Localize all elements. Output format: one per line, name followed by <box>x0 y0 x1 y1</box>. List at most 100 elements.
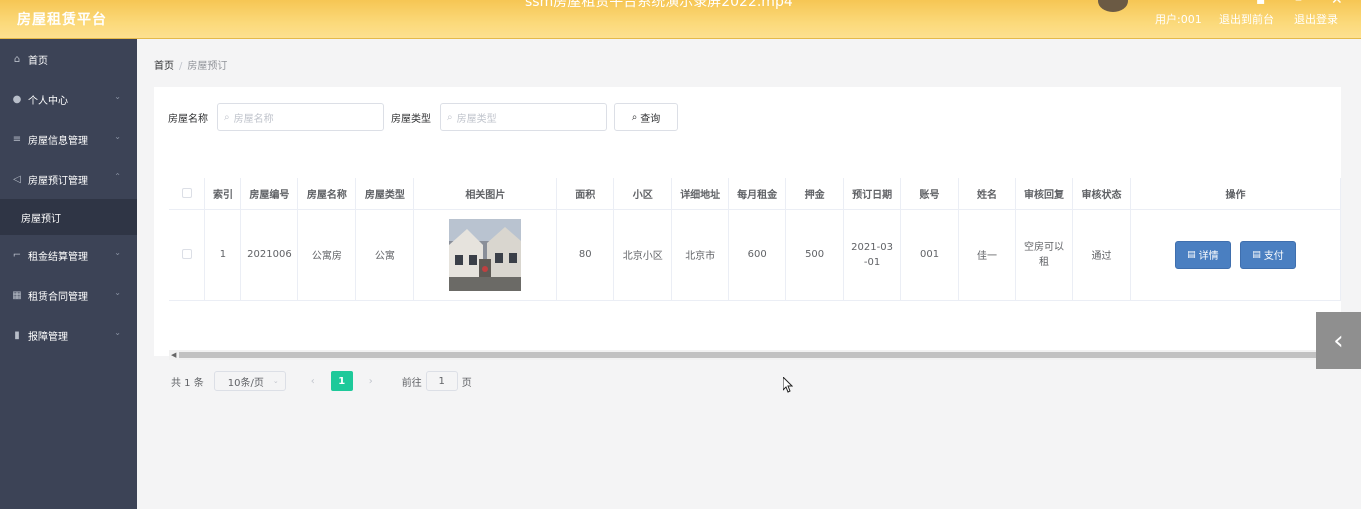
column-header: 押金 <box>785 178 845 210</box>
back-to-front-link[interactable]: 退出到前台 <box>1219 11 1274 27</box>
restore-icon[interactable]: ▪ <box>1256 0 1266 8</box>
column-header: 每月租金 <box>728 178 787 210</box>
minimize-icon[interactable]: – <box>1295 0 1302 8</box>
select-all-checkbox[interactable] <box>181 187 192 198</box>
user-label: 用户:001 <box>1155 13 1202 26</box>
crop-icon: ⌐ <box>12 249 22 261</box>
sidebar-item-house-info[interactable]: ≡ 房屋信息管理 ⌄ <box>0 119 137 159</box>
sidebar-item-label: 房屋预订 <box>21 213 61 225</box>
document-icon: ▤ <box>1187 249 1196 260</box>
send-icon: ◁ <box>13 173 21 185</box>
house-type-input[interactable]: ⌕ 房屋类型 <box>440 103 607 131</box>
search-button[interactable]: ⌕ 查询 <box>614 103 678 131</box>
chevron-left-icon: ‹ <box>1333 325 1344 356</box>
sidebar-item-rent-settlement[interactable]: ⌐ 租金结算管理 ⌄ <box>0 235 137 275</box>
pay-button-label: 支付 <box>1263 251 1284 262</box>
app-title: 房屋租赁平台 <box>17 12 107 28</box>
scroll-left-icon[interactable]: ◀ <box>171 350 176 360</box>
booking-table: 索引 房屋编号 房屋名称 房屋类型 相关图片 面积 小区 详细地址 每月租金 押… <box>169 178 1341 312</box>
review-reply-text: 空房可以租 <box>1023 241 1064 268</box>
column-header: 预订日期 <box>843 178 902 210</box>
cell-house-no: 2021006 <box>240 209 299 301</box>
cell-reply: 空房可以租 <box>1015 209 1073 301</box>
cell-account: 001 <box>900 209 960 301</box>
column-header: 操作 <box>1130 178 1341 210</box>
chart-icon: ▮ <box>14 329 20 341</box>
close-icon[interactable]: ✕ <box>1331 0 1343 8</box>
horizontal-scrollbar[interactable]: ◀ ▶ <box>169 350 1341 360</box>
booking-date-text: 2021-03-01 <box>851 241 893 268</box>
column-header: 姓名 <box>958 178 1016 210</box>
chevron-down-icon: ⌄ <box>114 92 121 101</box>
cell-status: 通过 <box>1072 209 1131 301</box>
page-size-select[interactable]: 10条/页 ⌄ <box>213 371 286 391</box>
goto-page-input[interactable]: 1 <box>425 371 458 391</box>
collapse-panel-button[interactable]: ‹ <box>1316 312 1361 369</box>
sidebar-item-label: 租赁合同管理 <box>28 291 88 303</box>
column-header: 审核状态 <box>1072 178 1131 210</box>
column-header: 面积 <box>556 178 615 210</box>
house-type-label: 房屋类型 <box>391 114 431 125</box>
pay-button[interactable]: ▤ 支付 <box>1240 240 1297 269</box>
window-avatar-icon <box>1098 0 1128 12</box>
cell-address: 北京市 <box>671 209 730 301</box>
sidebar: ⌂ 首页 ● 个人中心 ⌄ ≡ 房屋信息管理 ⌄ ◁ 房屋预订管理 ⌃ 房屋预订… <box>0 39 137 509</box>
content-card: 房屋名称 ⌕ 房屋名称 房屋类型 ⌕ 房屋类型 ⌕ 查询 索引 房屋编号 房屋名… <box>154 87 1341 391</box>
sidebar-item-label: 个人中心 <box>28 95 68 107</box>
detail-button-label: 详情 <box>1198 251 1219 262</box>
next-page-button[interactable]: › <box>359 371 382 391</box>
sidebar-item-home[interactable]: ⌂ 首页 <box>0 39 137 79</box>
sidebar-item-label: 报障管理 <box>28 331 68 343</box>
column-header: 房屋编号 <box>240 178 299 210</box>
list-icon: ≡ <box>12 133 22 145</box>
cell-name: 佳一 <box>958 209 1016 301</box>
search-icon: ⌕ <box>447 111 453 123</box>
cell-house-name: 公寓房 <box>297 209 357 301</box>
breadcrumb: 首页 / 房屋预订 <box>154 57 1341 72</box>
document-icon: ▤ <box>1252 249 1261 260</box>
pagination: 共 1 条 10条/页 ⌄ ‹ 1 › 前往 1 页 <box>171 371 472 391</box>
page-number-current[interactable]: 1 <box>330 371 353 391</box>
search-icon: ⌕ <box>224 111 230 123</box>
cell-house-type: 公寓 <box>355 209 415 301</box>
sidebar-item-fault-report[interactable]: ▮ 报障管理 ⌄ <box>0 315 137 355</box>
column-header: 账号 <box>900 178 960 210</box>
top-bar: 房屋租赁平台 ssm房屋租赁平台系统演示录屏2022.mp4 ▪ – ✕ 用户:… <box>0 0 1361 39</box>
chevron-down-icon: ⌄ <box>114 328 121 337</box>
breadcrumb-home[interactable]: 首页 <box>154 61 174 72</box>
house-name-input[interactable]: ⌕ 房屋名称 <box>217 103 384 131</box>
sidebar-item-personal-center[interactable]: ● 个人中心 ⌄ <box>0 79 137 119</box>
chevron-down-icon: ⌄ <box>114 132 121 141</box>
chevron-down-icon: ⌄ <box>114 248 121 257</box>
main-content: 首页 / 房屋预订 房屋名称 ⌕ 房屋名称 房屋类型 ⌕ 房屋类型 ⌕ 查询 索… <box>137 39 1361 509</box>
cell-index: 1 <box>204 209 242 301</box>
prev-page-button[interactable]: ‹ <box>301 371 324 391</box>
chevron-right-icon: › <box>368 375 373 387</box>
grid-icon: ▦ <box>12 289 22 301</box>
breadcrumb-current: 房屋预订 <box>187 61 228 72</box>
cell-rent: 600 <box>728 209 787 301</box>
mouse-cursor-icon <box>783 377 793 393</box>
column-header: 房屋类型 <box>355 178 415 210</box>
video-title: ssm房屋租赁平台系统演示录屏2022.mp4 <box>525 0 793 10</box>
search-icon: ⌕ <box>631 111 638 123</box>
table-row: 1 2021006 公寓房 公寓 80 北京小区 北京市 600 500 202… <box>169 209 1341 301</box>
sidebar-item-booking-manage[interactable]: ◁ 房屋预订管理 ⌃ <box>0 159 137 199</box>
scrollbar-thumb[interactable] <box>179 352 1329 358</box>
sidebar-subitem-house-booking[interactable]: 房屋预订 <box>0 199 137 235</box>
user-icon: ● <box>12 93 22 105</box>
cell-date: 2021-03-01 <box>843 209 902 301</box>
logout-link[interactable]: 退出登录 <box>1294 11 1338 27</box>
cell-actions: ▤ 详情 ▤ 支付 <box>1130 209 1341 301</box>
chevron-up-icon: ⌃ <box>114 172 121 181</box>
sidebar-item-label: 房屋信息管理 <box>28 135 88 147</box>
cell-deposit: 500 <box>785 209 845 301</box>
house-type-placeholder: 房屋类型 <box>456 113 497 125</box>
house-photo-image <box>449 218 522 291</box>
row-checkbox[interactable] <box>181 249 192 259</box>
page-suffix: 页 <box>461 377 472 389</box>
cell-community: 北京小区 <box>613 209 673 301</box>
breadcrumb-separator: / <box>179 61 183 72</box>
sidebar-item-lease-contract[interactable]: ▦ 租赁合同管理 ⌄ <box>0 275 137 315</box>
detail-button[interactable]: ▤ 详情 <box>1174 240 1231 269</box>
